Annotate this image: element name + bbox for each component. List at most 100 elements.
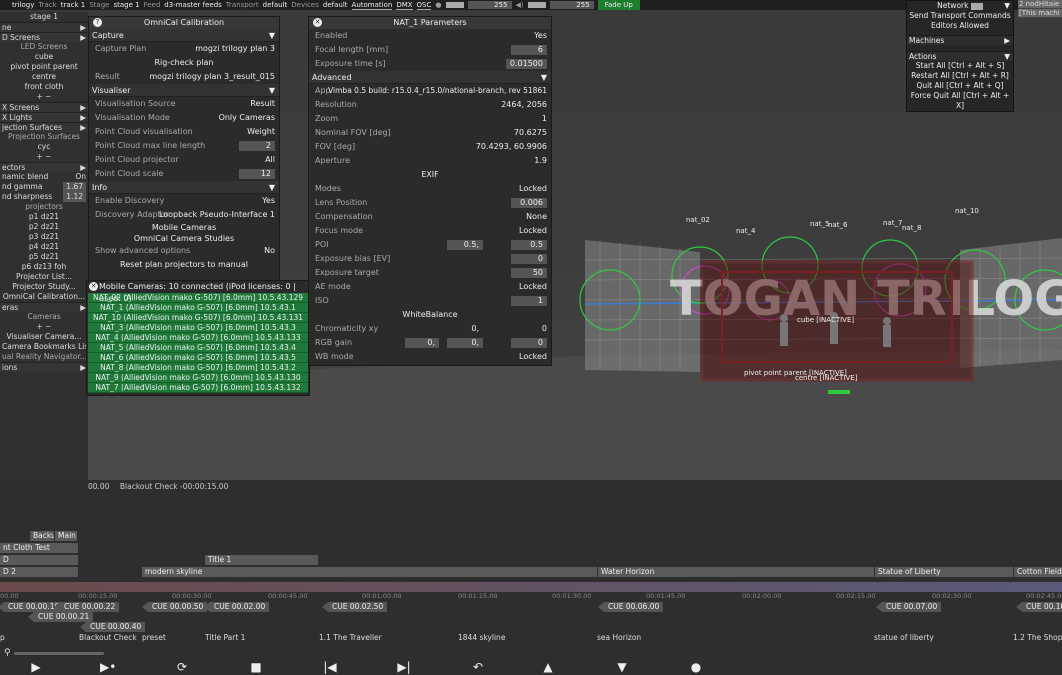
- left-panel-row[interactable]: LED Screens: [0, 42, 88, 52]
- visualiser-row[interactable]: Point Cloud projector All: [89, 153, 279, 167]
- left-panel-value[interactable]: On: [75, 172, 86, 182]
- cue-marker[interactable]: CUE 00.00.50: [141, 602, 208, 612]
- nat-param-row[interactable]: Aperture 1.9: [309, 154, 551, 168]
- nat-param-row[interactable]: AE mode Locked: [309, 280, 551, 294]
- left-panel-row[interactable]: X Screens ▶: [0, 102, 88, 112]
- timeline-layer[interactable]: Statue of Liberty: [875, 567, 1013, 577]
- left-panel-row[interactable]: + −: [0, 322, 88, 332]
- left-panel-row[interactable]: Cameras: [0, 312, 88, 322]
- nat-param-row[interactable]: Focus mode Locked: [309, 224, 551, 238]
- editors-allowed[interactable]: Editors Allowed: [907, 21, 1013, 31]
- camera-list-item[interactable]: NAT_8 (AlliedVision mako G-507) [6.0mm] …: [88, 363, 308, 373]
- timeline-ruler[interactable]: [0, 582, 1062, 592]
- camera-list-item[interactable]: NAT_9 (AlliedVision mako G-507) [6.0mm] …: [88, 373, 308, 383]
- left-panel-row[interactable]: ne ▶: [0, 22, 88, 32]
- rgb-gain-row[interactable]: RGB gain 0, 0, 0: [309, 336, 551, 350]
- send-transport-commands[interactable]: Send Transport Commands: [907, 11, 1013, 21]
- skip-back-icon[interactable]: |◀: [322, 660, 338, 674]
- cue-marker[interactable]: CUE 00.02.50: [321, 602, 388, 612]
- camera-list-item[interactable]: NAT_10 (AlliedVision mako G-507) [6.0mm]…: [88, 313, 308, 323]
- stop-icon[interactable]: ■: [248, 660, 264, 674]
- omnical-studies-button[interactable]: OmniCal Camera Studies: [89, 233, 279, 244]
- machines-section[interactable]: Machines ▶: [907, 35, 1013, 45]
- loop-icon[interactable]: ⟳: [174, 660, 190, 674]
- left-panel-row[interactable]: nd gamma 1.67: [0, 182, 88, 192]
- actions-section[interactable]: Actions ▼: [907, 51, 1013, 61]
- visualiser-row[interactable]: Point Cloud scale 12: [89, 167, 279, 181]
- left-panel-row[interactable]: Projector List...: [0, 272, 88, 282]
- cue-marker[interactable]: CUE 00.06.00: [597, 602, 664, 612]
- reset-plan-button[interactable]: Reset plan projectors to manual: [89, 258, 279, 272]
- left-panel-row[interactable]: p5 dz21: [0, 252, 88, 262]
- left-panel-row[interactable]: projectors: [0, 202, 88, 212]
- left-panel-row[interactable]: front cloth: [0, 82, 88, 92]
- left-panel-row[interactable]: p3 dz21: [0, 232, 88, 242]
- left-panel-row[interactable]: cube: [0, 52, 88, 62]
- left-panel-row[interactable]: ectors ▶: [0, 162, 88, 172]
- nat1-title-bar[interactable]: ✕ NAT_1 Parameters: [309, 17, 551, 29]
- left-panel-row[interactable]: Visualiser Camera...: [0, 332, 88, 342]
- capture-section[interactable]: Capture ▼: [89, 29, 279, 42]
- left-panel-row[interactable]: centre: [0, 72, 88, 82]
- action-menu-item[interactable]: Quit All [Ctrl + Alt + Q]: [907, 81, 1013, 91]
- timeline-layer[interactable]: Backu: [30, 531, 54, 541]
- visualiser-row[interactable]: Visualisation Source Result: [89, 97, 279, 111]
- timeline-layer[interactable]: D: [0, 555, 78, 565]
- left-panel-row[interactable]: Projector Study...: [0, 282, 88, 292]
- fade-up-button[interactable]: Fade Up: [597, 0, 640, 10]
- cue-marker[interactable]: CUE 00.00.22: [53, 602, 120, 612]
- left-panel-row[interactable]: Projection Surfaces: [0, 132, 88, 142]
- left-panel-row[interactable]: OmniCal Calibration...: [0, 292, 88, 302]
- nat-param-row[interactable]: Nominal FOV [deg] 70.6275: [309, 126, 551, 140]
- track-dropdown[interactable]: track 1: [61, 1, 86, 9]
- visualiser-section[interactable]: Visualiser ▼: [89, 84, 279, 97]
- cue-marker[interactable]: CUE 00.10.0: [1015, 602, 1062, 612]
- record-icon[interactable]: ●: [688, 660, 704, 674]
- timeline-layer[interactable]: modern skyline: [142, 567, 597, 577]
- network-toggle[interactable]: [970, 2, 983, 10]
- return-icon[interactable]: ↶: [470, 660, 486, 674]
- devices-dropdown[interactable]: default: [323, 1, 348, 9]
- feed-dropdown[interactable]: d3-master feeds: [164, 1, 222, 9]
- visualiser-row[interactable]: Visualisation Mode Only Cameras: [89, 111, 279, 125]
- level-field-2[interactable]: 255: [549, 1, 594, 9]
- result-row[interactable]: Result mogzi trilogy plan 3_result_015: [89, 70, 279, 84]
- slider-handle[interactable]: [445, 2, 464, 8]
- rig-check-button[interactable]: Rig-check plan: [89, 56, 279, 70]
- visualiser-row[interactable]: Point Cloud visualisation Weight: [89, 125, 279, 139]
- nat-param-row[interactable]: Enabled Yes: [309, 29, 551, 43]
- network-row[interactable]: Network ▼: [907, 1, 1013, 11]
- left-panel-row[interactable]: stage 1: [0, 12, 88, 22]
- poi-row[interactable]: POI 0.5, 0.5: [309, 238, 551, 252]
- close-icon[interactable]: ?: [93, 18, 102, 27]
- play-icon[interactable]: ▶: [28, 660, 44, 674]
- left-panel-row[interactable]: nd sharpness 1.12: [0, 192, 88, 202]
- timeline-layer[interactable]: Cotton Field: [1014, 567, 1062, 577]
- wb-mode-row[interactable]: WB mode Locked: [309, 350, 551, 364]
- advanced-section[interactable]: Advanced ▼: [309, 71, 551, 84]
- left-panel-row[interactable]: Camera Bookmarks List...: [0, 342, 88, 352]
- osc-dropdown[interactable]: OSC: [416, 1, 432, 10]
- left-panel-row[interactable]: X Lights ▶: [0, 112, 88, 122]
- timeline-layer[interactable]: D 2: [0, 567, 78, 577]
- cue-marker[interactable]: CUE 00.00.21: [27, 612, 94, 622]
- left-panel-row[interactable]: p4 dz21: [0, 242, 88, 252]
- nat-param-row[interactable]: Modes Locked: [309, 182, 551, 196]
- nat-param-row[interactable]: Resolution 2464, 2056: [309, 98, 551, 112]
- nat-param-row[interactable]: Focal length [mm] 6: [309, 43, 551, 57]
- left-panel-row[interactable]: jection Surfaces ▶: [0, 122, 88, 132]
- cue-marker[interactable]: CUE 00.00.40: [79, 622, 146, 632]
- nat-param-row[interactable]: ISO 1: [309, 294, 551, 308]
- up-icon[interactable]: ▲: [540, 660, 556, 674]
- camera-list-item[interactable]: NAT_6 (AlliedVision mako G-507) [6.0mm] …: [88, 353, 308, 363]
- left-panel-row[interactable]: + −: [0, 92, 88, 102]
- cue-marker[interactable]: CUE 00.02.00: [203, 602, 270, 612]
- dmx-dropdown[interactable]: DMX: [396, 1, 413, 10]
- show-advanced-row[interactable]: Show advanced options No: [89, 244, 279, 258]
- down-icon[interactable]: ▼: [614, 660, 630, 674]
- omnical-title-bar[interactable]: ? OmniCal Calibration: [89, 17, 279, 29]
- level-field-1[interactable]: 255: [467, 1, 512, 9]
- enable-discovery-row[interactable]: Enable Discovery Yes: [89, 194, 279, 208]
- nat-param-row[interactable]: Zoom 1: [309, 112, 551, 126]
- left-panel-row[interactable]: ions ▶: [0, 362, 88, 372]
